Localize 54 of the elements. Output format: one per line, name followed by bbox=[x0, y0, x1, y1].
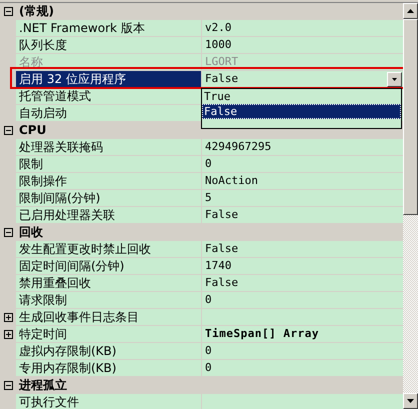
up-arrow-icon bbox=[407, 9, 414, 13]
property-value[interactable]: False bbox=[202, 71, 238, 87]
property-name[interactable]: 生成回收事件日志条目 bbox=[16, 309, 202, 325]
property-value[interactable]: False bbox=[202, 207, 238, 223]
property-name[interactable]: 请求限制 bbox=[16, 292, 202, 308]
property-value[interactable]: 1000 bbox=[202, 37, 232, 53]
scrollbar[interactable] bbox=[403, 3, 418, 409]
scroll-thumb[interactable] bbox=[403, 19, 418, 215]
scroll-up-button[interactable] bbox=[403, 3, 418, 19]
property-value[interactable]: 0 bbox=[202, 292, 212, 308]
property-value: LGORT bbox=[204, 54, 238, 70]
dropdown-option[interactable]: False bbox=[202, 104, 401, 119]
collapse-icon[interactable] bbox=[4, 228, 12, 236]
property-name[interactable]: .NET Framework 版本 bbox=[16, 20, 202, 36]
down-arrow-icon bbox=[407, 399, 414, 403]
caret-icon bbox=[392, 78, 397, 81]
property-name[interactable]: 启用 32 位应用程序 bbox=[16, 71, 202, 87]
property-name[interactable]: 禁用重叠回收 bbox=[16, 275, 202, 291]
property-name[interactable]: 特定时间 bbox=[16, 326, 202, 342]
category-header[interactable]: (常规) bbox=[16, 3, 54, 19]
property-value[interactable]: 0 bbox=[202, 156, 212, 172]
property-value[interactable]: False bbox=[202, 275, 238, 291]
property-name[interactable]: 发生配置更改时禁止回收 bbox=[16, 241, 202, 257]
value-cell[interactable] bbox=[202, 309, 403, 325]
property-name[interactable]: 限制间隔(分钟) bbox=[16, 190, 202, 206]
category-header[interactable]: 回收 bbox=[16, 224, 43, 240]
property-value[interactable]: False bbox=[202, 241, 238, 257]
expand-icon[interactable] bbox=[4, 330, 12, 338]
property-value[interactable]: 0 bbox=[202, 360, 212, 376]
property-name[interactable]: 限制 bbox=[16, 156, 202, 172]
value-cell[interactable] bbox=[202, 394, 403, 409]
dropdown-button[interactable] bbox=[387, 72, 402, 87]
property-value[interactable]: 0 bbox=[202, 343, 212, 359]
property-name[interactable]: 处理器关联掩码 bbox=[16, 139, 202, 155]
property-name[interactable]: 可执行文件 bbox=[16, 394, 202, 409]
property-name[interactable]: 自动启动 bbox=[16, 105, 202, 121]
property-name[interactable]: 限制操作 bbox=[16, 173, 202, 189]
category-header[interactable]: CPU bbox=[16, 122, 46, 138]
dropdown-option[interactable]: True bbox=[202, 89, 401, 104]
property-name[interactable]: 专用内存限制(KB) bbox=[16, 360, 202, 376]
property-value[interactable]: 5 bbox=[202, 190, 212, 206]
collapse-icon[interactable] bbox=[4, 6, 12, 16]
collapse-icon[interactable] bbox=[4, 380, 12, 390]
property-name[interactable]: 托管管道模式 bbox=[16, 88, 202, 104]
property-name[interactable]: 固定时间间隔(分钟) bbox=[16, 258, 202, 274]
expand-icon[interactable] bbox=[4, 312, 12, 322]
property-value[interactable]: v2.0 bbox=[202, 20, 232, 36]
property-name[interactable]: 已启用处理器关联 bbox=[16, 207, 202, 223]
scroll-down-button[interactable] bbox=[403, 393, 418, 409]
property-name[interactable]: 队列长度 bbox=[16, 37, 202, 53]
property-name[interactable]: 虚拟内存限制(KB) bbox=[16, 343, 202, 359]
property-value[interactable]: 1740 bbox=[202, 258, 232, 274]
collapse-icon[interactable] bbox=[4, 126, 12, 134]
category-header[interactable]: 进程孤立 bbox=[16, 377, 67, 393]
